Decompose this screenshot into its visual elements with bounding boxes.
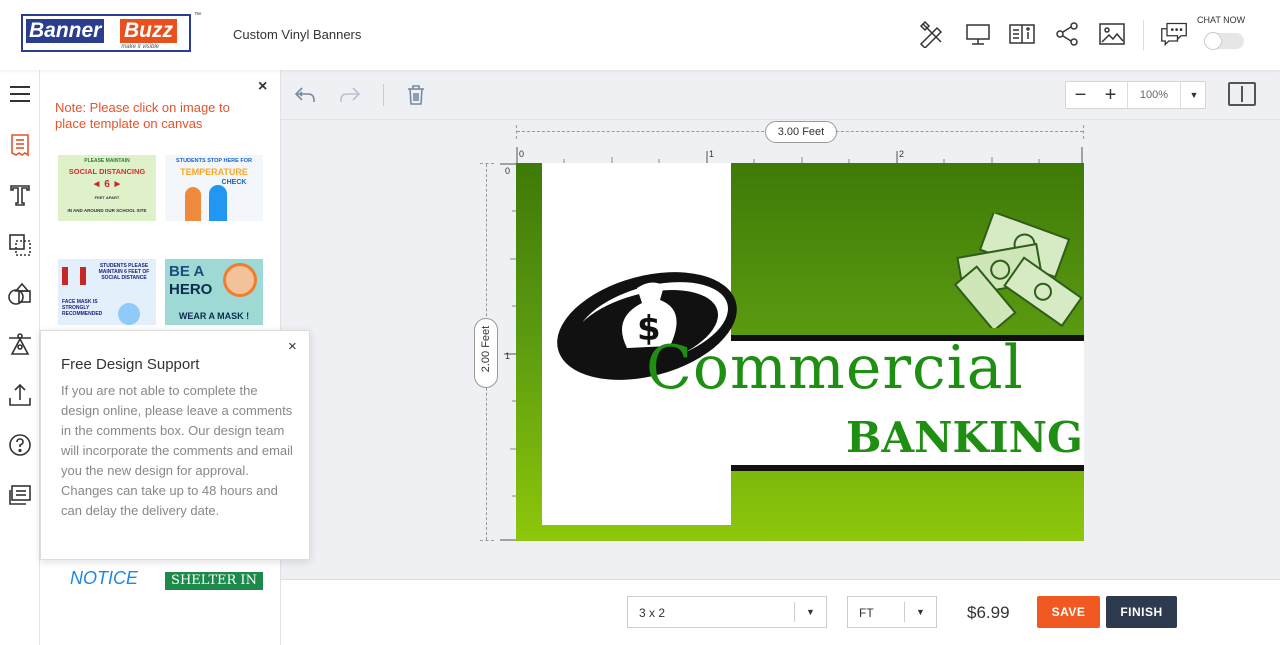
upload-icon[interactable]	[6, 381, 34, 409]
support-title: Free Design Support	[61, 356, 200, 373]
ruler-top-ticks	[516, 147, 1083, 163]
panel-close-button[interactable]: ×	[258, 78, 267, 96]
zoom-control: − + 100% ▼	[1065, 81, 1206, 109]
editor-toolbar: − + 100% ▼	[281, 70, 1280, 120]
thumb3-figure-a	[62, 267, 68, 285]
thumb2-line2: TEMPERATURE	[180, 167, 248, 177]
toolbar-divider	[383, 84, 384, 106]
logo-tagline: make it visible	[121, 44, 159, 50]
toggle-knob	[1204, 32, 1222, 50]
product-info-icon[interactable]	[1008, 20, 1036, 48]
thumb4-line2: HERO	[169, 281, 213, 298]
image-gallery-icon[interactable]	[1098, 20, 1126, 48]
delete-icon[interactable]	[403, 82, 429, 108]
size-select[interactable]: 3 x 2 ▼	[627, 596, 827, 628]
ruler-top: 0 1 2	[516, 147, 1084, 163]
zoom-dropdown-button[interactable]: ▼	[1182, 82, 1206, 108]
comments-icon[interactable]	[6, 481, 34, 509]
chat-icon[interactable]	[1160, 20, 1192, 48]
order-bar: 3 x 2 ▼ FT ▼ $6.99 SAVE FINISH	[281, 579, 1280, 645]
undo-icon[interactable]	[292, 82, 318, 108]
chevron-down-icon: ▼	[794, 602, 826, 622]
thumb1-line1: PLEASE MAINTAIN	[84, 158, 130, 164]
zoom-value[interactable]: 100%	[1127, 82, 1181, 108]
thumb6-line1: SHELTER IN	[171, 573, 257, 588]
thumb1-line4: FEET APART	[94, 195, 120, 200]
height-dimension-pill: 2.00 Feet	[474, 318, 498, 388]
size-select-value: 3 x 2	[639, 606, 666, 620]
thumb5-line1: NOTICE	[70, 568, 139, 588]
thumb1-line2: SOCIAL DISTANCING	[68, 167, 146, 176]
save-button[interactable]: SAVE	[1037, 596, 1100, 628]
support-body: If you are not able to complete the desi…	[61, 383, 293, 518]
design-support-popup: × Free Design Support If you are not abl…	[40, 330, 310, 560]
thumb2-figure-a	[185, 187, 201, 221]
thumb1-line5: IN AND AROUND OUR SCHOOL SITE	[67, 208, 147, 213]
logo-trademark: ™	[194, 12, 201, 19]
width-dimension-label: 3.00 Feet	[765, 121, 837, 143]
chat-toggle[interactable]	[1204, 32, 1244, 50]
preview-icon[interactable]	[964, 20, 992, 48]
template-thumb-notice[interactable]: NOTICE	[58, 566, 156, 590]
logo-banner-text: Banner	[26, 19, 105, 43]
thumb3-line1: STUDENTS PLEASE MAINTAIN 6 FEET OF SOCIA…	[98, 263, 150, 281]
banner-title-text[interactable]: Commercial	[646, 333, 1024, 403]
ruler-left-label: 1	[505, 351, 511, 361]
thumb2-line1: STUDENTS STOP HERE FOR	[176, 158, 252, 164]
split-view-icon[interactable]	[1228, 82, 1256, 106]
finish-button[interactable]: FINISH	[1106, 596, 1177, 628]
template-thumb-be-a-hero[interactable]: BE A HERO WEAR A MASK !	[165, 259, 263, 325]
panel-note: Note: Please click on image to place tem…	[55, 100, 230, 131]
app-header: Banner Buzz make it visible ™ Custom Vin…	[0, 0, 1280, 70]
ruler-left-label: 0	[505, 166, 511, 176]
zoom-out-button[interactable]: −	[1066, 82, 1095, 108]
thumb4-line1: BE A	[169, 263, 205, 280]
ruler-top-label: 2	[899, 149, 905, 159]
chat-now-label: CHAT NOW	[1197, 15, 1246, 25]
text-icon[interactable]	[6, 181, 34, 209]
banner-subtitle-text[interactable]: BANKING	[846, 413, 1083, 462]
design-canvas[interactable]: $ Commercial BANKING	[516, 163, 1084, 541]
thumb4-face	[223, 263, 257, 297]
chevron-down-icon: ▼	[904, 602, 936, 622]
template-thumb-social-distancing[interactable]: PLEASE MAINTAIN SOCIAL DISTANCING ◄ 6 ► …	[58, 155, 156, 221]
unit-select-value: FT	[859, 606, 874, 620]
template-thumb-mask-recommended[interactable]: STUDENTS PLEASE MAINTAIN 6 FEET OF SOCIA…	[58, 259, 156, 325]
height-dimension-label: 2.00 Feet	[480, 325, 492, 373]
help-icon[interactable]	[6, 431, 34, 459]
thumb4-line3: WEAR A MASK !	[178, 311, 250, 321]
banner-bottom-stripe[interactable]	[731, 465, 1084, 471]
design-tools-icon[interactable]	[917, 20, 945, 50]
support-close-button[interactable]: ×	[288, 338, 297, 355]
thumb1-line3: ◄ 6 ►	[91, 179, 123, 190]
thumb3-face	[118, 303, 140, 325]
zoom-in-button[interactable]: +	[1096, 82, 1125, 108]
money-stack-icon[interactable]	[946, 213, 1084, 328]
layers-icon[interactable]	[6, 231, 34, 259]
thumb3-line2: FACE MASK IS STRONGLY RECOMMENDED	[62, 299, 103, 317]
thumb2-figure-b	[209, 185, 227, 221]
share-icon[interactable]	[1054, 20, 1082, 48]
redo-icon[interactable]	[337, 82, 363, 108]
menu-icon[interactable]	[6, 80, 34, 108]
tool-rail	[0, 70, 40, 645]
shapes-icon[interactable]	[6, 281, 34, 309]
template-thumb-temperature-check[interactable]: STUDENTS STOP HERE FOR TEMPERATURE CHECK	[165, 155, 263, 221]
templates-icon[interactable]	[6, 131, 34, 159]
bannerbuzz-logo[interactable]: Banner Buzz make it visible	[21, 14, 191, 52]
logo-buzz-text: Buzz	[120, 19, 177, 43]
ruler-left: 0 1	[500, 163, 516, 541]
price-value: $6.99	[967, 603, 1010, 622]
app-title: Custom Vinyl Banners	[233, 27, 362, 42]
thumb3-figure-b	[80, 267, 86, 285]
header-divider	[1143, 20, 1144, 50]
clipart-icon[interactable]	[6, 331, 34, 359]
template-thumb-shelter-in-place[interactable]: SHELTER IN	[165, 572, 263, 590]
unit-select[interactable]: FT ▼	[847, 596, 937, 628]
ruler-top-label: 0	[519, 149, 525, 159]
ruler-top-label: 1	[709, 149, 715, 159]
